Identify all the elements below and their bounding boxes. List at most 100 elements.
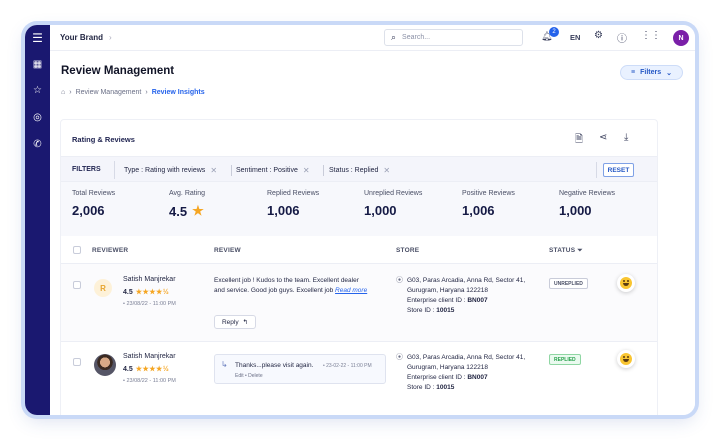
- store-id: Store ID : 10015: [407, 306, 525, 316]
- emoji-face: [620, 353, 632, 365]
- star-icon: ★: [192, 203, 204, 218]
- reviewer-rating: 4.5 ★★★★½: [123, 288, 169, 297]
- stats-row: Total Reviews 2,006 Avg. Rating 4.5 ★ Repli…: [61, 182, 657, 236]
- reply-actions[interactable]: Edit • Delete: [235, 373, 263, 379]
- enterprise-value: BN007: [467, 374, 488, 381]
- avatar: R: [94, 279, 112, 297]
- reviews-card: Rating & Reviews 🗎︎ ⋖ ⤓ FILTERS Type : R…: [60, 119, 658, 415]
- store-address: G03, Paras Arcadia, Anna Rd, Sector 41,: [407, 277, 526, 284]
- share-icon[interactable]: ⋖: [599, 132, 607, 143]
- filter-bar: FILTERS Type : Rating with reviews ✕ Sent…: [61, 156, 657, 182]
- stat-label: Positive Reviews: [462, 190, 515, 197]
- gear-icon[interactable]: ⚙: [594, 30, 603, 41]
- dashboard-icon[interactable]: ▦: [25, 54, 50, 74]
- table-row: Satish Manjrekar 4.5 ★★★★½ • 23/08/22 - 1…: [61, 342, 657, 415]
- status-badge: UNREPLIED: [549, 278, 588, 289]
- header-store: STORE: [396, 247, 420, 254]
- header-status[interactable]: STATUS ⏷: [549, 247, 583, 255]
- store-city: Gurugram, Haryana 122218: [407, 287, 488, 294]
- emoji-face: [620, 277, 632, 289]
- help-icon[interactable]: ⓘ: [617, 30, 627, 45]
- reset-button[interactable]: RESET: [603, 163, 634, 177]
- filter-icon: ≡: [631, 69, 636, 76]
- review-date: • 23/08/22 - 11:00 PM: [123, 301, 176, 307]
- table-row: R Satish Manjrekar 4.5 ★★★★½ • 23/08/22 -…: [61, 264, 657, 342]
- star-rating-icon: ★★★★½: [135, 366, 170, 373]
- notification-badge: 2: [549, 27, 559, 37]
- stat-value: 4.5: [169, 203, 188, 219]
- breadcrumb: ⌂ › Review Management › Review Insights: [61, 89, 205, 96]
- rating-value: 4.5: [123, 365, 133, 373]
- avatar: [94, 354, 116, 376]
- enterprise-label: Enterprise client ID :: [407, 297, 466, 304]
- store-address: G03, Paras Arcadia, Anna Rd, Sector 41,: [407, 354, 526, 361]
- search-placeholder: Search...: [402, 34, 431, 41]
- reply-date: • 23-02-22 - 11:00 PM: [323, 363, 372, 369]
- store-city: Gurugram, Haryana 122218: [407, 364, 488, 371]
- stat-unreplied-reviews: Unreplied Reviews 1,000: [364, 190, 422, 218]
- location-icon[interactable]: ◎: [25, 107, 50, 127]
- language-selector[interactable]: EN: [570, 33, 580, 42]
- phone-icon[interactable]: ✆: [25, 134, 50, 154]
- download-icon[interactable]: ⤓: [624, 132, 628, 143]
- read-more-link[interactable]: Read more: [335, 287, 367, 294]
- menu-icon[interactable]: ☰: [25, 25, 50, 51]
- apps-grid-icon[interactable]: ⋮⋮: [641, 30, 661, 41]
- stat-value: 1,000: [364, 203, 397, 218]
- row-checkbox[interactable]: [73, 358, 81, 366]
- document-icon[interactable]: 🗎︎: [575, 132, 583, 149]
- stat-value: 1,006: [462, 203, 495, 218]
- happy-emoji-icon[interactable]: [617, 350, 635, 368]
- home-icon[interactable]: ⌂: [61, 89, 65, 96]
- reply-arrow-icon: ↳: [221, 360, 228, 369]
- page-title: Review Management: [61, 65, 175, 77]
- filter-chip-type[interactable]: Type : Rating with reviews ✕: [124, 166, 217, 175]
- review-text: Excellent job ! Kudos to the team. Excel…: [214, 276, 369, 296]
- store-id-label: Store ID :: [407, 384, 435, 391]
- reviewer-rating: 4.5 ★★★★½: [123, 365, 170, 374]
- search-input[interactable]: ⌕ Search...: [384, 29, 523, 46]
- location-pin-icon: ⦿: [396, 277, 403, 284]
- breadcrumb-review-management[interactable]: Review Management: [76, 89, 142, 96]
- stat-label: Unreplied Reviews: [364, 190, 423, 197]
- reviewer-name: Satish Manjrekar: [123, 353, 176, 360]
- search-icon: ⌕: [391, 32, 397, 42]
- status-label: STATUS: [549, 247, 576, 254]
- card-title: Rating & Reviews: [72, 135, 135, 144]
- filters-label: FILTERS: [72, 166, 101, 173]
- happy-emoji-icon[interactable]: [617, 274, 635, 292]
- divider: [323, 165, 324, 176]
- rating-value: 4.5: [123, 288, 133, 296]
- top-bar: ☰ Your Brand › ⌕ Search... 🔔︎ 2 EN ⚙ ⓘ ⋮⋮ …: [25, 25, 695, 51]
- filter-icon[interactable]: ⏷: [577, 247, 582, 254]
- filters-button[interactable]: ≡ Filters ⌄: [620, 65, 683, 80]
- header-reviewer: REVIEWER: [92, 247, 129, 254]
- header-review: REVIEW: [214, 247, 241, 254]
- close-icon[interactable]: ✕: [210, 166, 217, 175]
- row-checkbox[interactable]: [73, 281, 81, 289]
- review-date: • 23/08/22 - 11:00 PM: [123, 378, 176, 384]
- close-icon[interactable]: ✕: [303, 166, 310, 175]
- brand-name: Your Brand: [60, 33, 103, 42]
- brand-selector[interactable]: Your Brand ›: [60, 33, 112, 42]
- reply-button[interactable]: Reply ↰: [214, 315, 256, 329]
- select-all-checkbox[interactable]: [73, 246, 81, 254]
- chevron-down-icon: ⌄: [666, 69, 672, 77]
- reply-text: Thanks...please visit again.: [235, 362, 314, 369]
- reviewer-name: Satish Manjrekar: [123, 276, 176, 283]
- stat-value: 1,006: [267, 203, 300, 218]
- stat-value: 2,006: [72, 203, 105, 218]
- enterprise-id: Enterprise client ID : BN007: [407, 296, 525, 306]
- divider: [596, 162, 597, 178]
- stat-replied-reviews: Replied Reviews 1,006: [267, 190, 319, 218]
- chip-label: Sentiment : Positive: [236, 167, 298, 174]
- breadcrumb-review-insights[interactable]: Review Insights: [152, 89, 205, 96]
- filter-chip-sentiment[interactable]: Sentiment : Positive ✕: [236, 166, 310, 175]
- stat-label: Negative Reviews: [559, 190, 616, 197]
- user-avatar[interactable]: N: [673, 30, 689, 46]
- filter-chip-status[interactable]: Status : Replied ✕: [329, 166, 390, 175]
- store-id-value: 10015: [436, 384, 455, 391]
- star-icon[interactable]: ☆: [25, 80, 50, 100]
- filters-label: Filters: [640, 69, 662, 76]
- close-icon[interactable]: ✕: [383, 166, 390, 175]
